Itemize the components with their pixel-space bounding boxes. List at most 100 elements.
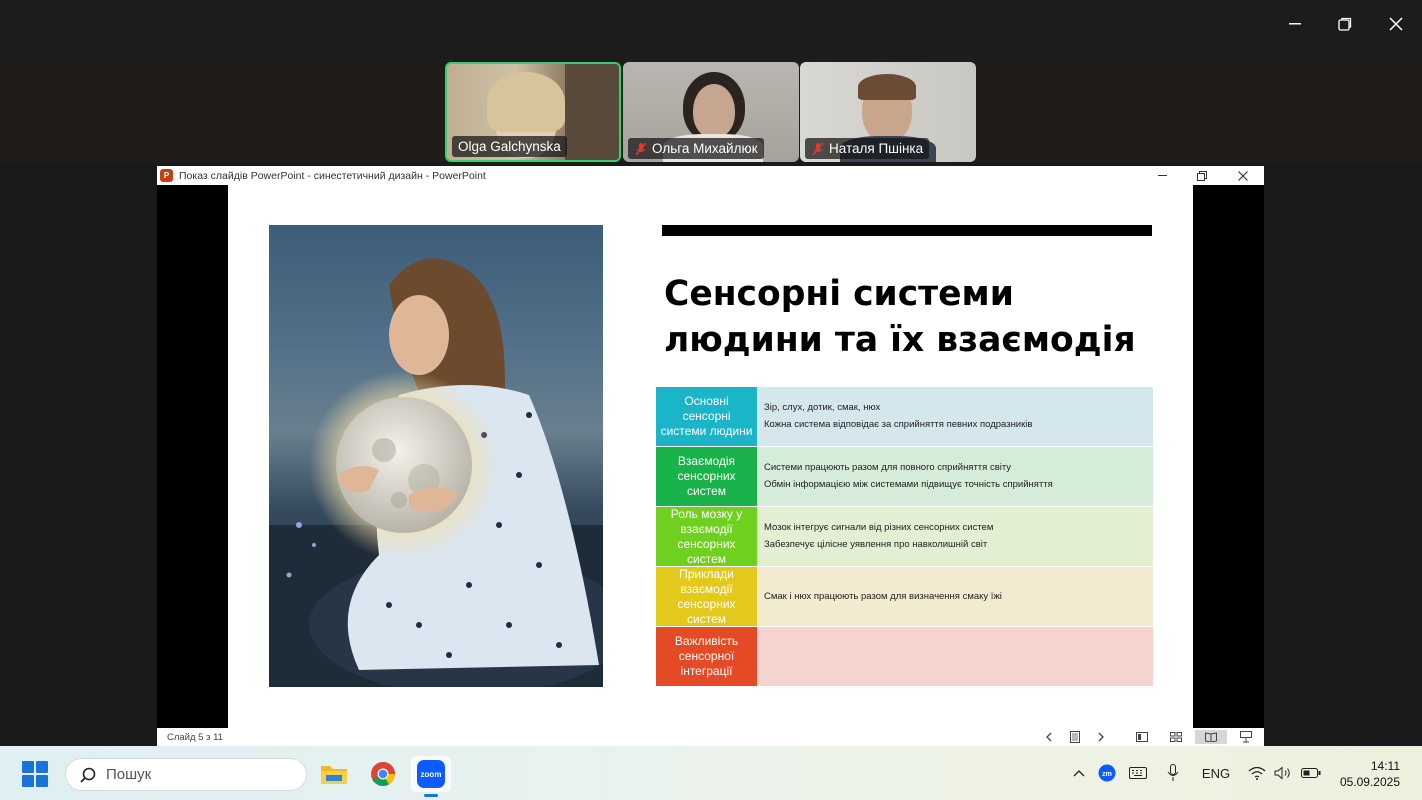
clock-date: 05.09.2025 xyxy=(1339,775,1400,789)
ppt-close-button[interactable] xyxy=(1228,166,1258,185)
network-button[interactable] xyxy=(1246,763,1268,783)
taskbar-search[interactable]: Пошук xyxy=(65,758,307,791)
window-titlebar xyxy=(0,0,1422,58)
participant-name-label: Olga Galchynska xyxy=(452,136,567,157)
slide-menu-button[interactable] xyxy=(1067,730,1083,744)
row-label: Важливість сенсорної інтеграції xyxy=(656,627,757,686)
normal-view-icon xyxy=(1136,732,1148,742)
grid-icon xyxy=(1170,732,1182,742)
close-icon xyxy=(1238,170,1248,181)
bookshelf-background xyxy=(565,64,619,160)
row-description: Мозок інтегрує сигнали від різних сенсор… xyxy=(757,507,1153,566)
table-row: Основні сенсорні системи людини Зір, слу… xyxy=(656,387,1153,446)
show-hidden-icons-button[interactable] xyxy=(1070,763,1088,783)
slide-counter: Слайд 5 з 11 xyxy=(167,731,223,743)
close-button[interactable] xyxy=(1376,10,1416,38)
ppt-restore-button[interactable] xyxy=(1187,166,1217,185)
zoom-app-button[interactable]: zoom xyxy=(411,756,451,792)
slide-title: Сенсорні системи людини та їх взаємодія xyxy=(664,274,1136,360)
ppt-minimize-button[interactable] xyxy=(1147,166,1177,185)
row-label: Основні сенсорні системи людини xyxy=(656,387,757,446)
table-row: Приклади взаємодії сенсорних систем Смак… xyxy=(656,567,1153,626)
taskbar-clock[interactable]: 14:11 05.09.2025 xyxy=(1334,758,1400,790)
participant-hair xyxy=(858,74,916,100)
windows-logo-icon xyxy=(22,761,34,773)
title-accent-bar xyxy=(662,225,1152,236)
participant-name-label: Наталя Пшінка xyxy=(805,138,930,159)
row-label: Приклади взаємодії сенсорних систем xyxy=(656,567,757,626)
slide-photo xyxy=(269,225,603,687)
zoom-tray-button[interactable]: zm xyxy=(1097,763,1117,783)
svg-text:zm: zm xyxy=(1102,771,1112,778)
svg-text:zoom: zoom xyxy=(421,770,442,779)
minimize-icon xyxy=(1157,174,1167,176)
book-icon xyxy=(1205,732,1217,742)
battery-button[interactable] xyxy=(1299,763,1323,783)
microphone-tray-button[interactable] xyxy=(1163,763,1183,783)
keyboard-icon xyxy=(1129,767,1147,779)
maximize-button[interactable] xyxy=(1325,10,1365,38)
close-icon xyxy=(1389,17,1403,31)
previous-slide-button[interactable] xyxy=(1041,730,1057,744)
minimize-button[interactable] xyxy=(1275,10,1315,38)
input-language-button[interactable]: ENG xyxy=(1196,763,1236,783)
row-description: Системи працюють разом для повного сприй… xyxy=(757,447,1153,506)
chevron-left-icon xyxy=(1046,732,1052,742)
ppt-titlebar: P Показ слайдів PowerPoint - синестетичн… xyxy=(157,166,1264,185)
active-app-indicator xyxy=(424,794,438,797)
restore-icon xyxy=(1197,170,1207,181)
reading-view-button[interactable] xyxy=(1195,730,1227,744)
row-description: Смак і нюх працюють разом для визначення… xyxy=(757,567,1153,626)
zoom-tray-icon: zm xyxy=(1098,764,1116,782)
zoom-icon: zoom xyxy=(417,760,445,788)
microphone-icon xyxy=(1167,764,1179,781)
ppt-window-title: Показ слайдів PowerPoint - синестетичний… xyxy=(179,169,486,182)
chrome-icon xyxy=(371,762,395,787)
restore-icon xyxy=(1338,17,1352,31)
slide-canvas: Сенсорні системи людини та їх взаємодія … xyxy=(228,185,1193,728)
mic-muted-icon xyxy=(635,142,647,155)
search-icon xyxy=(80,767,96,783)
chevron-up-icon xyxy=(1073,770,1085,777)
chrome-button[interactable] xyxy=(363,756,403,792)
minimize-icon xyxy=(1289,23,1301,25)
participant-video-tile[interactable]: Olga Galchynska xyxy=(445,62,621,162)
table-row: Роль мозку у взаємодії сенсорних систем … xyxy=(656,507,1153,566)
volume-button[interactable] xyxy=(1272,763,1294,783)
zoom-meeting-window: Olga Galchynska Ольга Михайлюк Наталя Пш… xyxy=(0,0,1422,746)
table-row: Важливість сенсорної інтеграції xyxy=(656,627,1153,686)
file-explorer-button[interactable] xyxy=(314,756,354,792)
clock-time: 14:11 xyxy=(1370,759,1400,773)
windows-taskbar: Пошук zoom zm ENG 14:11 05.09.2025 xyxy=(0,746,1422,800)
chevron-right-icon xyxy=(1098,732,1104,742)
folder-icon xyxy=(321,766,347,784)
slide-sorter-button[interactable] xyxy=(1168,730,1184,744)
powerpoint-icon: P xyxy=(160,169,173,182)
participant-name-label: Ольга Михайлюк xyxy=(628,138,764,159)
wifi-icon xyxy=(1248,766,1266,780)
slideshow-view-button[interactable] xyxy=(1238,730,1254,744)
participant-hair xyxy=(487,72,565,132)
participant-video-tile[interactable]: Ольга Михайлюк xyxy=(623,62,799,162)
ppt-status-bar: Слайд 5 з 11 xyxy=(157,728,1264,746)
keyboard-tray-button[interactable] xyxy=(1127,763,1149,783)
mic-muted-icon xyxy=(812,142,824,155)
battery-icon xyxy=(1301,768,1321,778)
row-label: Роль мозку у взаємодії сенсорних систем xyxy=(656,507,757,566)
woman-with-moon-illustration xyxy=(269,258,603,687)
row-description xyxy=(757,627,1153,686)
language-indicator: ENG xyxy=(1201,765,1231,781)
participant-video-tile[interactable]: Наталя Пшінка xyxy=(800,62,976,162)
normal-view-button[interactable] xyxy=(1134,730,1150,744)
start-button[interactable] xyxy=(22,761,48,787)
row-description: Зір, слух, дотик, смак, нюх Кожна систем… xyxy=(757,387,1153,446)
powerpoint-slideshow-window: P Показ слайдів PowerPoint - синестетичн… xyxy=(157,166,1264,746)
table-row: Взаємодія сенсорних систем Системи працю… xyxy=(656,447,1153,506)
next-slide-button[interactable] xyxy=(1093,730,1109,744)
search-placeholder: Пошук xyxy=(106,766,152,783)
slides-icon xyxy=(1070,731,1080,743)
participant-face xyxy=(693,84,735,138)
speaker-icon xyxy=(1274,766,1290,780)
row-label: Взаємодія сенсорних систем xyxy=(656,447,757,506)
presentation-icon xyxy=(1240,731,1252,743)
